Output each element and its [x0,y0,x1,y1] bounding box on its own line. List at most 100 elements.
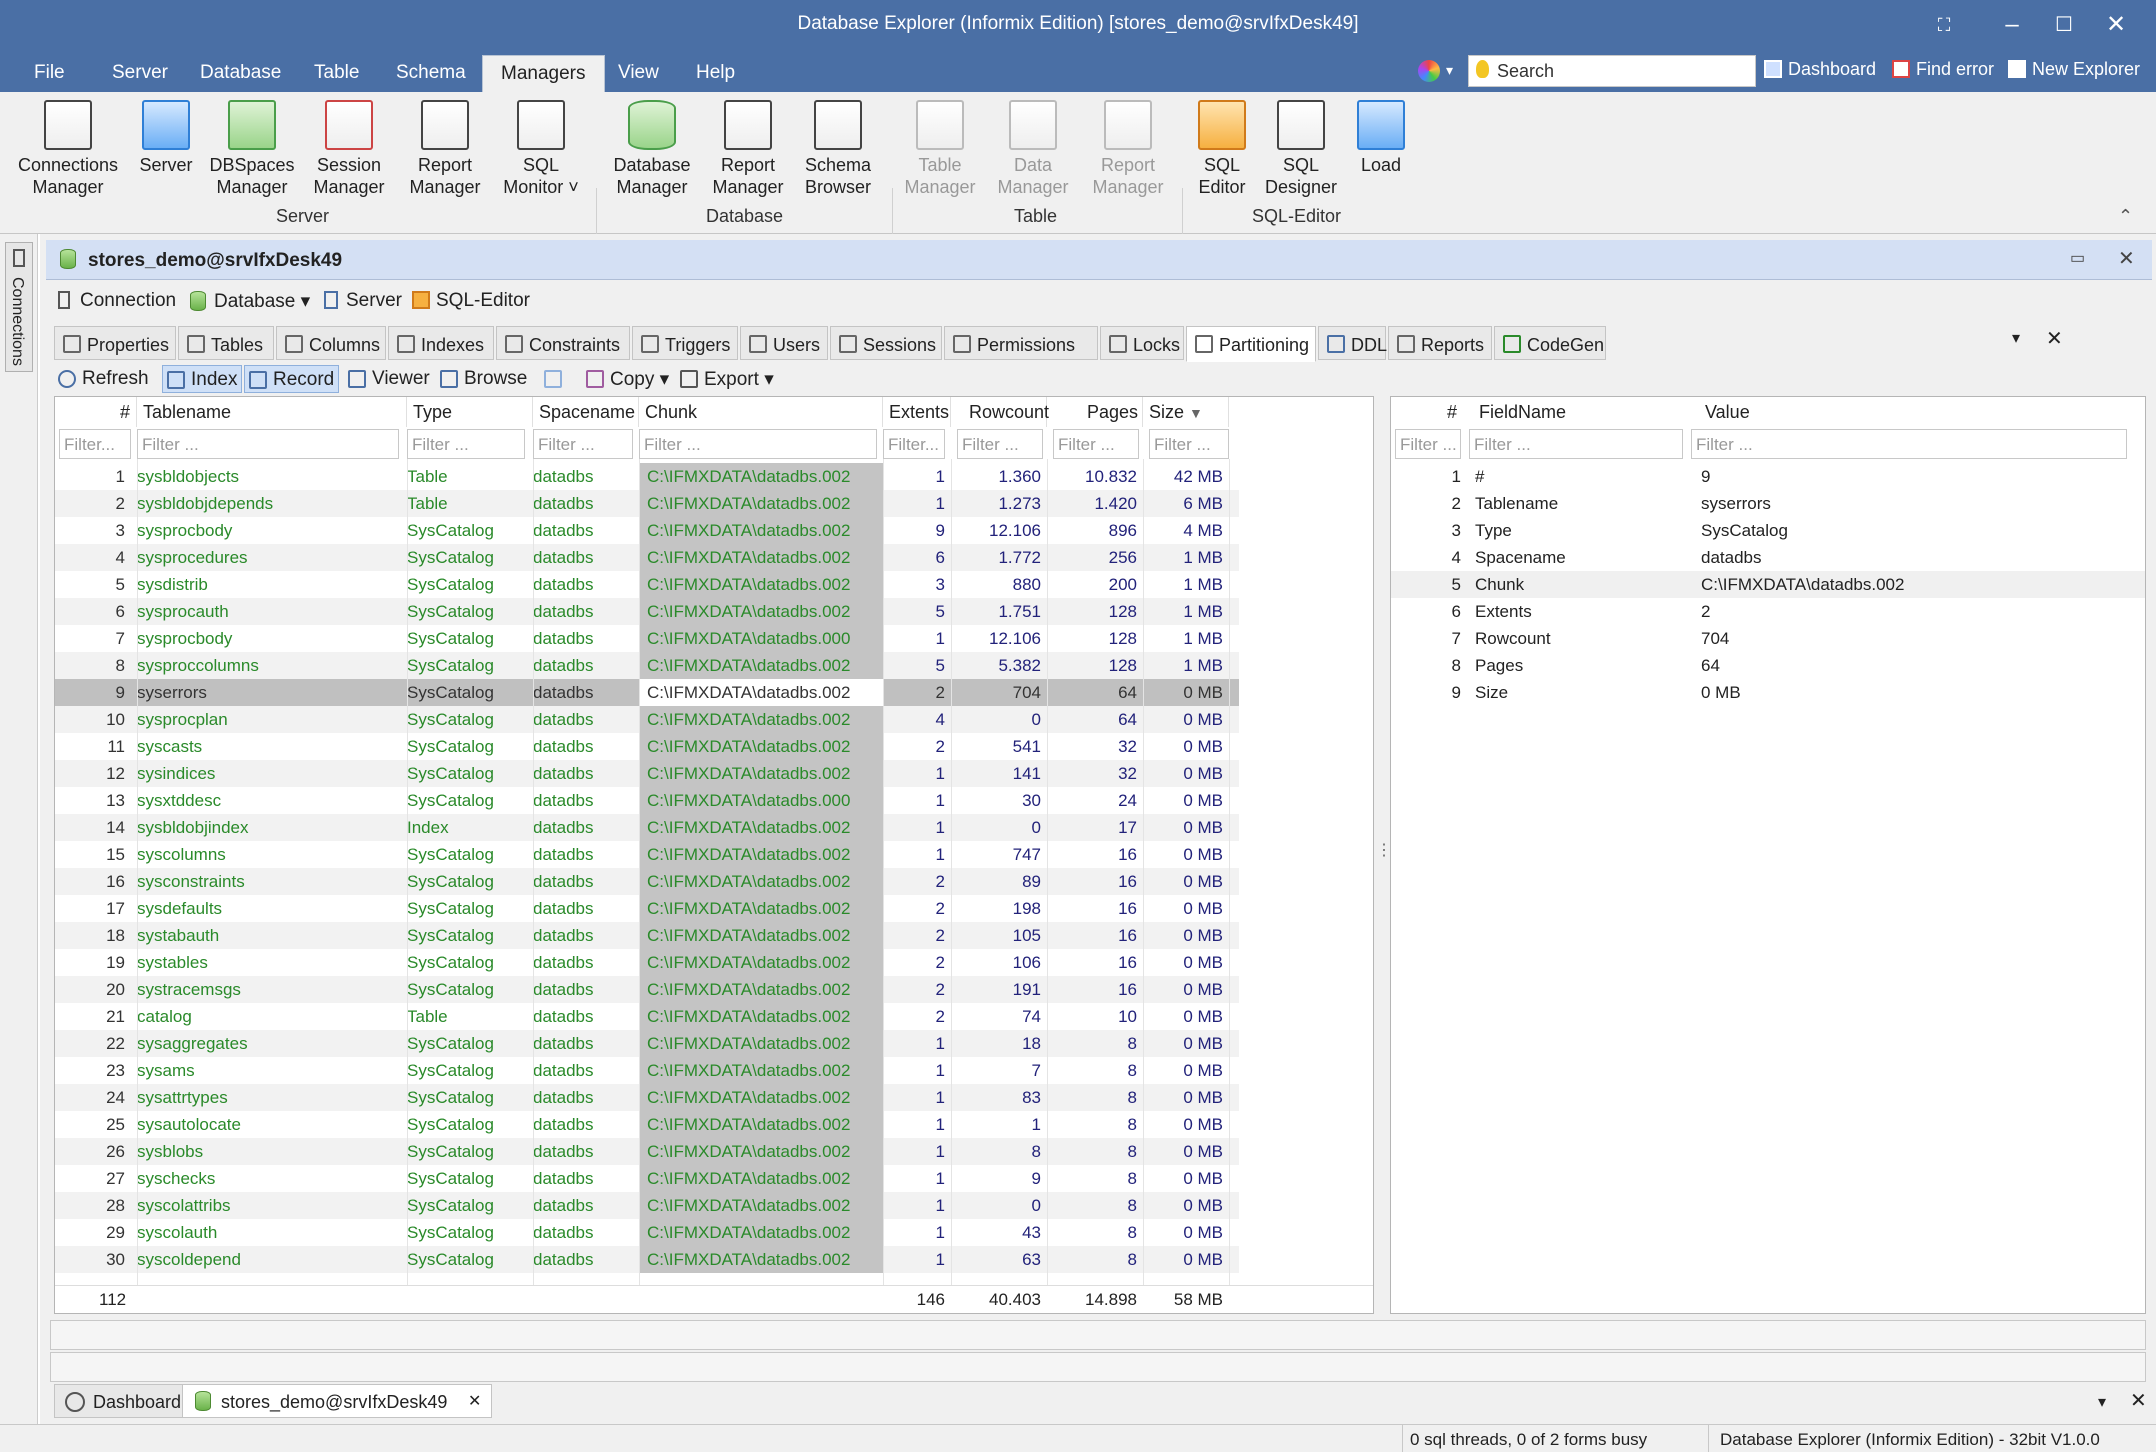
filter-num[interactable]: Filter... [59,429,131,459]
viewer-button[interactable]: Viewer [344,365,434,393]
record-row[interactable]: 4 Spacename datadbs [1391,544,2145,571]
find-error-link[interactable]: Find error [1892,59,1994,80]
sql-designer-button[interactable]: SQL Designer [1262,100,1340,198]
filter-chunk[interactable]: Filter ... [639,429,877,459]
filter-spacename[interactable]: Filter ... [533,429,633,459]
tab-constraints[interactable]: Constraints [496,326,630,360]
tab-columns[interactable]: Columns [276,326,386,360]
record-toggle[interactable]: Record [244,365,340,393]
table-row[interactable]: 3 sysprocbody SysCatalog datadbs C:\IFMXDATA… [55,517,1239,544]
new-explorer-link[interactable]: New Explorer [2008,59,2140,80]
table-row[interactable]: 27 syschecks SysCatalog datadbs C:\IFMXDATA\… [55,1165,1239,1192]
tab-tables[interactable]: Tables [178,326,274,360]
search-box[interactable]: Search [1468,55,1756,87]
copy-dropdown[interactable]: Copy ▾ [582,365,673,393]
tab-users[interactable]: Users [740,326,828,360]
tab-dashboard[interactable]: Dashboard [54,1384,193,1418]
tab-reports[interactable]: Reports [1388,326,1492,360]
column-header-pages[interactable]: Pages [1047,397,1143,427]
session-manager-button[interactable]: Session Manager [304,100,394,198]
table-row[interactable]: 16 sysconstraints SysCatalog datadbs C:\IFMX… [55,868,1239,895]
table-row[interactable]: 26 sysblobs SysCatalog datadbs C:\IFMXDATA\d… [55,1138,1239,1165]
chart-button[interactable] [540,365,564,393]
maximize-button[interactable]: ☐ [2042,8,2086,42]
table-row[interactable]: 1 sysbldobjects Table datadbs C:\IFMXDATA\da… [55,463,1239,490]
close-tab-icon[interactable]: ✕ [468,1391,481,1411]
tab-properties[interactable]: Properties [54,326,176,360]
tabs-dropdown-icon[interactable]: ▾ [2012,328,2020,348]
sql-monitor-button[interactable]: SQL Monitor ˅ [496,100,586,198]
table-row[interactable]: 9 syserrors SysCatalog datadbs C:\IFMXDATA\d… [55,679,1239,706]
record-row[interactable]: 5 Chunk C:\IFMXDATA\datadbs.002 [1391,571,2145,598]
chevron-down-icon[interactable]: ▾ [1446,62,1453,79]
record-row[interactable]: 3 Type SysCatalog [1391,517,2145,544]
menu-view[interactable]: View [618,62,659,84]
export-dropdown[interactable]: Export ▾ [676,365,778,393]
table-row[interactable]: 24 sysattrtypes SysCatalog datadbs C:\IFMXDA… [55,1084,1239,1111]
table-row[interactable]: 4 sysprocedures SysCatalog datadbs C:\IFMXDA… [55,544,1239,571]
close-button[interactable]: ✕ [2094,8,2138,42]
schema-browser-button[interactable]: Schema Browser [796,100,880,198]
table-row[interactable]: 17 sysdefaults SysCatalog datadbs C:\IFMXDAT… [55,895,1239,922]
tab-sessions[interactable]: Sessions [830,326,942,360]
tab-locks[interactable]: Locks [1100,326,1184,360]
screenshot-icon[interactable]: ⛶ [1922,8,1966,42]
connection-button[interactable]: Connection [58,290,176,312]
record-row[interactable]: 2 Tablename syserrors [1391,490,2145,517]
browse-button[interactable]: Browse [436,365,531,393]
menu-schema[interactable]: Schema [396,62,466,84]
table-row[interactable]: 22 sysaggregates SysCatalog datadbs C:\IFMXD… [55,1030,1239,1057]
refresh-button[interactable]: Refresh [54,365,153,393]
record-filter-field[interactable]: Filter ... [1469,429,1683,459]
connections-side-tab[interactable]: Connections [5,242,33,372]
table-row[interactable]: 25 sysautolocate SysCatalog datadbs C:\IFMXD… [55,1111,1239,1138]
theme-icon[interactable] [1418,60,1440,82]
data-manager-button[interactable]: Data Manager [990,100,1076,198]
record-filter-num[interactable]: Filter ... [1395,429,1461,459]
sql-editor-toolbar-button[interactable]: SQL-Editor [412,290,530,312]
tab-partitioning[interactable]: Partitioning [1186,326,1316,362]
table-row[interactable]: 5 sysdistrib SysCatalog datadbs C:\IFMXDATA\… [55,571,1239,598]
table-row[interactable]: 21 catalog Table datadbs C:\IFMXDATA\datadbs… [55,1003,1239,1030]
filter-size[interactable]: Filter ... [1149,429,1229,459]
table-row[interactable]: 23 sysams SysCatalog datadbs C:\IFMXDATA\dat… [55,1057,1239,1084]
sql-editor-button[interactable]: SQL Editor [1190,100,1254,198]
minimize-button[interactable]: – [1990,8,2034,42]
table-report-manager-button[interactable]: Report Manager [1084,100,1172,198]
database-manager-button[interactable]: Database Manager [606,100,698,198]
tab-triggers[interactable]: Triggers [632,326,738,360]
close-tab-icon[interactable]: ✕ [2046,326,2063,351]
connections-manager-button[interactable]: Connections Manager [12,100,124,198]
table-row[interactable]: 8 sysproccolumns SysCatalog datadbs C:\IFMXD… [55,652,1239,679]
tab-ddl[interactable]: DDL [1318,326,1387,360]
filter-tablename[interactable]: Filter ... [137,429,399,459]
menu-help[interactable]: Help [696,62,735,84]
report-manager-button[interactable]: Report Manager [400,100,490,198]
record-header-fieldname[interactable]: FieldName [1473,397,1699,427]
menu-file[interactable]: File [34,62,65,84]
menu-database[interactable]: Database [200,62,281,84]
filter-pages[interactable]: Filter ... [1053,429,1139,459]
menu-server[interactable]: Server [112,62,168,84]
tab-codegen[interactable]: CodeGen [1494,326,1606,360]
table-row[interactable]: 18 systabauth SysCatalog datadbs C:\IFMXDATA… [55,922,1239,949]
dbspaces-manager-button[interactable]: DBSpaces Manager [206,100,298,198]
column-header-tablename[interactable]: Tablename [137,397,407,427]
server-toolbar-button[interactable]: Server [324,290,402,312]
table-row[interactable]: 28 syscolattribs SysCatalog datadbs C:\IFMXD… [55,1192,1239,1219]
menu-managers[interactable]: Managers [482,55,605,92]
column-header-chunk[interactable]: Chunk [639,397,883,427]
tab-stores-demo[interactable]: stores_demo@srvIfxDesk49 ✕ [182,1384,493,1418]
tab-indexes[interactable]: Indexes [388,326,494,360]
column-header-extents[interactable]: Extents [883,397,951,427]
filter-type[interactable]: Filter ... [407,429,525,459]
record-row[interactable]: 7 Rowcount 704 [1391,625,2145,652]
table-row[interactable]: 13 sysxtddesc SysCatalog datadbs C:\IFMXDATA… [55,787,1239,814]
table-row[interactable]: 29 syscolauth SysCatalog datadbs C:\IFMXDATA… [55,1219,1239,1246]
record-filter-value[interactable]: Filter ... [1691,429,2127,459]
table-row[interactable]: 14 sysbldobjindex Index datadbs C:\IFMXDATA\… [55,814,1239,841]
filter-extents[interactable]: Filter... [883,429,945,459]
tab-permissions[interactable]: Permissions [944,326,1098,360]
record-row[interactable]: 1 #9 [1391,463,2145,490]
table-row[interactable]: 15 syscolumns SysCatalog datadbs C:\IFMXDATA… [55,841,1239,868]
